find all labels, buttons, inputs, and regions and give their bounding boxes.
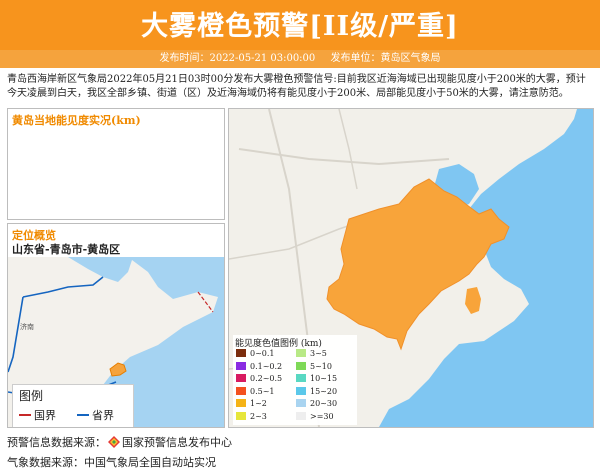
visibility-panel-title: 黄岛当地能见度实况(km) xyxy=(12,114,141,127)
visibility-legend-item: 2~3 xyxy=(236,411,267,421)
warning-center-logo-icon xyxy=(108,436,120,448)
visibility-legend-label: 15~20 xyxy=(310,386,338,396)
legend-country: 国界 xyxy=(19,407,56,423)
visibility-panel: 黄岛当地能见度实况(km) xyxy=(7,108,225,220)
visibility-legend-label: 2~3 xyxy=(250,411,267,421)
color-swatch xyxy=(296,399,306,407)
visibility-legend-label: 20~30 xyxy=(310,399,338,408)
location-subtitle: 山东省-青岛市-黄岛区 xyxy=(12,243,121,256)
color-swatch xyxy=(296,361,306,370)
color-swatch xyxy=(236,399,246,407)
visibility-legend-item: 1~2 xyxy=(236,399,267,408)
visibility-legend-item: 0.5~1 xyxy=(236,386,275,396)
footer-line1: 预警信息数据来源： 国家预警信息发布中心 xyxy=(7,434,232,450)
visibility-legend-label: 0.5~1 xyxy=(250,386,275,396)
visibility-legend-label: 0.1~0.2 xyxy=(250,361,283,371)
footer-source: 国家预警信息发布中心 xyxy=(122,436,232,449)
main-map-panel: 能见度色值图例 (km) 0~0.1 0.1~0.2 0.2~0.5 0.5~1 1~2… xyxy=(228,108,594,428)
color-swatch xyxy=(236,411,246,420)
footer-prefix: 预警信息数据来源： xyxy=(7,436,106,449)
color-swatch xyxy=(236,349,246,357)
legend-province: 省界 xyxy=(77,407,114,423)
legend-title: 图例 xyxy=(19,389,44,403)
visibility-legend-item: 0.1~0.2 xyxy=(236,361,283,371)
color-swatch xyxy=(296,386,306,395)
visibility-legend-label: 0.2~0.5 xyxy=(250,374,283,383)
visibility-legend-label: 1~2 xyxy=(250,399,267,408)
alert-meta: 发布时间：2022-05-21 03:00:00 发布单位：黄岛区气象局 xyxy=(0,50,600,68)
alert-header: 大雾橙色预警[II级/严重] 发布时间：2022-05-21 03:00:00 … xyxy=(0,0,600,68)
legend-province-label: 省界 xyxy=(92,409,114,422)
visibility-legend-item: 3~5 xyxy=(296,349,327,358)
publish-time: 发布时间：2022-05-21 03:00:00 xyxy=(159,53,316,64)
visibility-legend-item: 0.2~0.5 xyxy=(236,374,282,383)
color-swatch xyxy=(236,386,246,395)
alert-description: 青岛西海岸新区气象局2022年05月21日03时00分发布大雾橙色预警信号:目前… xyxy=(7,74,586,99)
visibility-legend-label: >=30 xyxy=(310,411,334,421)
visibility-legend-label: 3~5 xyxy=(310,349,327,358)
province-border-icon xyxy=(77,414,89,416)
visibility-legend-item: 15~20 xyxy=(296,386,338,396)
color-swatch xyxy=(236,374,246,382)
visibility-legend-item: >=30 xyxy=(296,411,334,421)
visibility-legend: 能见度色值图例 (km) 0~0.1 0.1~0.2 0.2~0.5 0.5~1 1~2… xyxy=(233,335,357,425)
footer-line2: 气象数据来源：中国气象局全国自动站实况 xyxy=(7,456,216,469)
color-swatch xyxy=(296,349,306,357)
visibility-legend-label: 10~15 xyxy=(310,374,338,383)
visibility-legend-label: 0~0.1 xyxy=(250,349,275,358)
visibility-legend-item: 5~10 xyxy=(296,361,332,371)
publish-unit: 发布单位：黄岛区气象局 xyxy=(330,53,441,64)
visibility-legend-item: 0~0.1 xyxy=(236,349,275,358)
visibility-legend-item: 10~15 xyxy=(296,374,337,383)
location-legend: 图例 国界 省界 xyxy=(12,384,134,427)
color-swatch xyxy=(296,411,306,420)
legend-country-label: 国界 xyxy=(34,409,56,422)
location-panel: 定位概览 山东省-青岛市-黄岛区 济南 图例 国界 省界 xyxy=(7,223,225,428)
country-border-icon xyxy=(19,414,31,416)
visibility-legend-title: 能见度色值图例 (km) xyxy=(235,339,322,349)
jinan-label: 济南 xyxy=(20,322,34,331)
visibility-legend-item: 20~30 xyxy=(296,399,337,408)
color-swatch xyxy=(296,374,306,382)
color-swatch xyxy=(236,361,246,370)
visibility-legend-label: 5~10 xyxy=(310,361,332,371)
alert-title: 大雾橙色预警[II级/严重] xyxy=(141,11,459,42)
